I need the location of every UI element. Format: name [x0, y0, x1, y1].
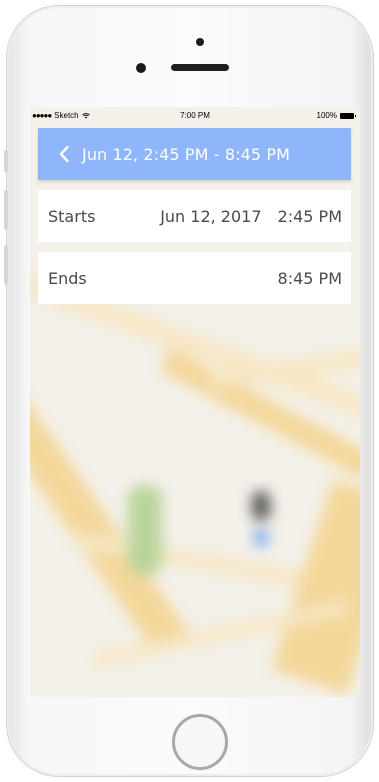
map-pin-icon: [252, 491, 270, 521]
mute-switch: [4, 150, 8, 172]
starts-values: Jun 12, 2017 2:45 PM: [160, 207, 342, 226]
header-bar: Jun 12, 2:45 PM - 8:45 PM: [38, 128, 351, 180]
front-camera: [196, 38, 204, 46]
battery-percent: 100%: [316, 111, 337, 120]
chevron-left-icon: [59, 145, 69, 163]
earpiece-speaker: [171, 64, 229, 71]
starts-row[interactable]: Starts Jun 12, 2017 2:45 PM: [38, 190, 351, 242]
status-bar: ●●●●● Sketch 7:00 PM 100%: [30, 107, 360, 125]
starts-time[interactable]: 2:45 PM: [278, 207, 342, 226]
proximity-sensor: [136, 63, 146, 73]
starts-date[interactable]: Jun 12, 2017: [160, 207, 261, 226]
header-title: Jun 12, 2:45 PM - 8:45 PM: [82, 144, 290, 164]
battery-icon: [340, 112, 356, 119]
ends-time[interactable]: 8:45 PM: [278, 269, 342, 288]
volume-down-button: [4, 245, 8, 285]
ends-values: 8:45 PM: [278, 269, 342, 288]
home-button[interactable]: [172, 714, 228, 770]
stage: ●●●●● Sketch 7:00 PM 100% Jun 12, 2:45 P…: [0, 0, 379, 782]
back-button[interactable]: [46, 128, 82, 180]
location-dot-icon: [254, 531, 268, 545]
starts-label: Starts: [48, 206, 96, 226]
status-right: 100%: [316, 111, 356, 120]
ends-label: Ends: [48, 268, 87, 288]
ends-row[interactable]: Ends 8:45 PM: [38, 252, 351, 304]
status-time: 7:00 PM: [180, 111, 210, 120]
screen: ●●●●● Sketch 7:00 PM 100% Jun 12, 2:45 P…: [30, 107, 360, 697]
volume-up-button: [4, 190, 8, 230]
